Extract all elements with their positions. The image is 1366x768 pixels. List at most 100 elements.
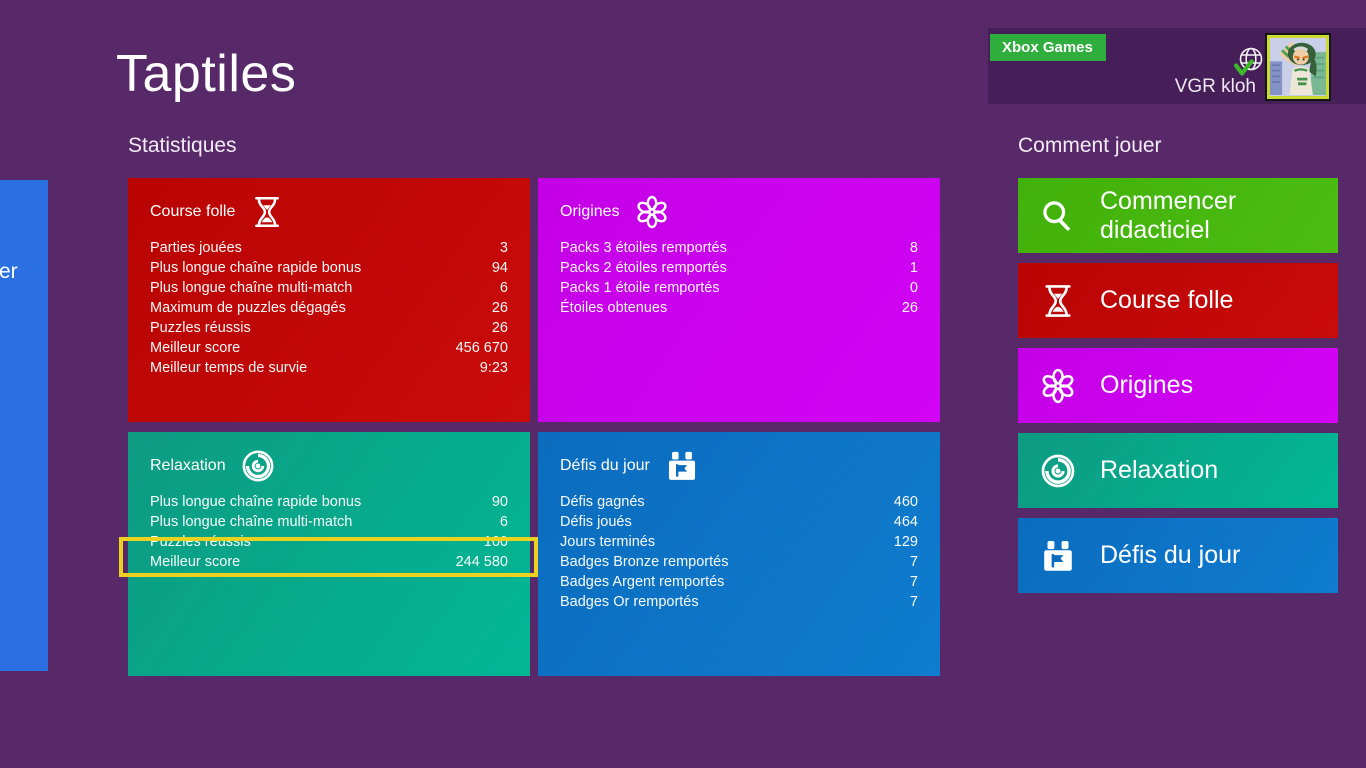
stat-row: Puzzles réussis 26 xyxy=(150,318,508,338)
stat-value: 26 xyxy=(902,298,918,318)
stat-label: Plus longue chaîne rapide bonus xyxy=(150,492,361,512)
calendar-icon xyxy=(665,449,699,483)
stat-value: 1 xyxy=(910,258,918,278)
stats-tile: Défis du jour Défis gagnés 460 Défis jou… xyxy=(538,432,940,676)
stat-label: Puzzles réussis xyxy=(150,318,251,338)
stat-label: Packs 2 étoiles remportés xyxy=(560,258,727,278)
stat-label: Maximum de puzzles dégagés xyxy=(150,298,346,318)
tile-stats-list: Parties jouées 3 Plus longue chaîne rapi… xyxy=(150,238,508,378)
tile-header: Défis du jour xyxy=(560,445,918,487)
howto-button-label: Relaxation xyxy=(1100,456,1218,485)
tile-header: Origines xyxy=(560,191,918,233)
stat-label: Puzzles réussis xyxy=(150,532,251,552)
howto-button-relaxation[interactable]: Relaxation xyxy=(1018,433,1338,508)
howto-button-label: Défis du jour xyxy=(1100,541,1240,570)
stat-value: 7 xyxy=(910,572,918,592)
tile-title: Origines xyxy=(560,203,620,221)
stat-label: Défis joués xyxy=(560,512,632,532)
stat-value: 8 xyxy=(910,238,918,258)
stat-row: Plus longue chaîne multi-match 6 xyxy=(150,512,508,532)
stat-row: Packs 3 étoiles remportés 8 xyxy=(560,238,918,258)
statistics-grid: Course folle Parties jouées 3 Plus longu… xyxy=(128,178,940,676)
stat-value: 90 xyxy=(492,492,508,512)
stat-value: 464 xyxy=(894,512,918,532)
stat-value: 100 xyxy=(484,532,508,552)
stat-value: 129 xyxy=(894,532,918,552)
stat-row: Meilleur temps de survie 9:23 xyxy=(150,358,508,378)
hourglass-icon xyxy=(250,195,284,229)
stat-label: Meilleur score xyxy=(150,552,240,572)
stat-value: 94 xyxy=(492,258,508,278)
xbox-games-badge: Xbox Games xyxy=(990,34,1106,61)
stat-label: Jours terminés xyxy=(560,532,655,552)
stats-tile: Course folle Parties jouées 3 Plus longu… xyxy=(128,178,530,422)
tile-header: Relaxation xyxy=(150,445,508,487)
howto-button-course-folle[interactable]: Course folle xyxy=(1018,263,1338,338)
magnifier-icon xyxy=(1040,198,1076,234)
stat-value: 26 xyxy=(492,298,508,318)
stat-value: 9:23 xyxy=(480,358,508,378)
stat-row: Maximum de puzzles dégagés 26 xyxy=(150,298,508,318)
stat-label: Défis gagnés xyxy=(560,492,645,512)
stat-row: Défis joués 464 xyxy=(560,512,918,532)
stat-label: Badges Or remportés xyxy=(560,592,699,612)
how-to-play-list: Commencer didacticiel Course folle Origi… xyxy=(1018,178,1338,603)
stat-label: Packs 1 étoile remportés xyxy=(560,278,720,298)
howto-button-label: Commencer didacticiel xyxy=(1100,187,1310,245)
stat-label: Badges Argent remportés xyxy=(560,572,724,592)
stat-row: Meilleur score 456 670 xyxy=(150,338,508,358)
stat-value: 6 xyxy=(500,512,508,532)
stat-row: Badges Bronze remportés 7 xyxy=(560,552,918,572)
stat-row: Plus longue chaîne rapide bonus 90 xyxy=(150,492,508,512)
tile-stats-list: Défis gagnés 460 Défis joués 464 Jours t… xyxy=(560,492,918,612)
swirl-icon xyxy=(1040,453,1076,489)
howto-button-d-fis-du-jour[interactable]: Défis du jour xyxy=(1018,518,1338,593)
howto-button-commencer-didacticiel[interactable]: Commencer didacticiel xyxy=(1018,178,1338,253)
stat-label: Plus longue chaîne multi-match xyxy=(150,512,352,532)
stat-row: Jours terminés 129 xyxy=(560,532,918,552)
stat-value: 0 xyxy=(910,278,918,298)
offscreen-tile-partial-text: er xyxy=(0,260,18,284)
flower-icon xyxy=(1040,368,1076,404)
stat-label: Plus longue chaîne multi-match xyxy=(150,278,352,298)
stat-value: 3 xyxy=(500,238,508,258)
avatar-image xyxy=(1267,35,1329,99)
stats-tile: Relaxation Plus longue chaîne rapide bon… xyxy=(128,432,530,676)
stat-row: Badges Or remportés 7 xyxy=(560,592,918,612)
stat-row: Étoiles obtenues 26 xyxy=(560,298,918,318)
stat-row: Packs 1 étoile remportés 0 xyxy=(560,278,918,298)
swirl-icon xyxy=(241,449,275,483)
account-bar: Xbox Games VGR kloh xyxy=(988,28,1366,104)
howto-button-label: Origines xyxy=(1100,371,1193,400)
howto-button-origines[interactable]: Origines xyxy=(1018,348,1338,423)
stats-tile: Origines Packs 3 étoiles remportés 8 Pac… xyxy=(538,178,940,422)
page-title: Taptiles xyxy=(116,44,296,104)
stat-value: 6 xyxy=(500,278,508,298)
stat-row: Défis gagnés 460 xyxy=(560,492,918,512)
username-label: VGR kloh xyxy=(1175,76,1256,98)
stat-value: 26 xyxy=(492,318,508,338)
stat-value: 7 xyxy=(910,592,918,612)
stat-value: 244 580 xyxy=(456,552,508,572)
stat-row: Badges Argent remportés 7 xyxy=(560,572,918,592)
calendar-icon xyxy=(1040,538,1076,574)
tile-title: Défis du jour xyxy=(560,457,650,475)
offscreen-tile-edge[interactable]: er xyxy=(0,180,48,671)
stat-label: Étoiles obtenues xyxy=(560,298,667,318)
hourglass-icon xyxy=(1040,283,1076,319)
stat-label: Meilleur score xyxy=(150,338,240,358)
stat-row: Packs 2 étoiles remportés 1 xyxy=(560,258,918,278)
stat-label: Meilleur temps de survie xyxy=(150,358,307,378)
stat-row: Puzzles réussis 100 xyxy=(150,532,508,552)
stat-row: Plus longue chaîne rapide bonus 94 xyxy=(150,258,508,278)
stat-label: Plus longue chaîne rapide bonus xyxy=(150,258,361,278)
stat-value: 456 670 xyxy=(456,338,508,358)
tile-header: Course folle xyxy=(150,191,508,233)
avatar[interactable] xyxy=(1265,33,1331,101)
tile-stats-list: Plus longue chaîne rapide bonus 90 Plus … xyxy=(150,492,508,572)
stat-value: 7 xyxy=(910,552,918,572)
stat-row: Parties jouées 3 xyxy=(150,238,508,258)
tile-title: Relaxation xyxy=(150,457,226,475)
tile-stats-list: Packs 3 étoiles remportés 8 Packs 2 étoi… xyxy=(560,238,918,318)
statistics-heading: Statistiques xyxy=(128,134,237,158)
